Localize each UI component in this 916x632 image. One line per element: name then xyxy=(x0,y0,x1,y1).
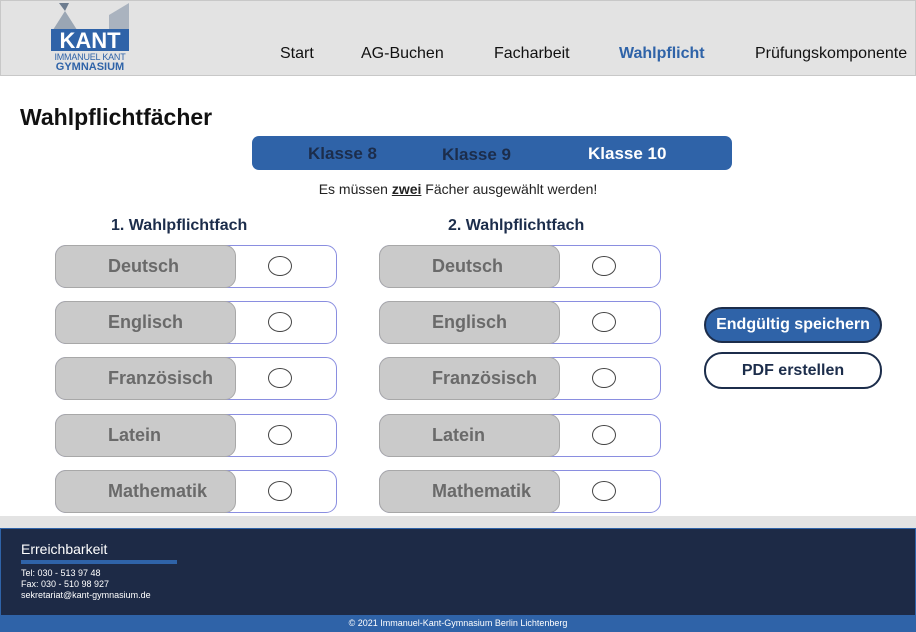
logo-mark: KANT xyxy=(59,28,121,53)
hint-text-after: Fächer ausgewählt werden! xyxy=(421,181,598,197)
subject-radio[interactable] xyxy=(592,256,616,276)
subject-option[interactable]: Französisch xyxy=(379,357,661,400)
site-header: KANT IMMANUEL KANT GYMNASIUM Start AG-Bu… xyxy=(0,0,916,76)
nav-wahlpflicht[interactable]: Wahlpflicht xyxy=(619,45,705,63)
subject-option[interactable]: Latein xyxy=(55,414,337,457)
subject-radio[interactable] xyxy=(268,425,292,445)
selection-hint: Es müssen zwei Fächer ausgewählt werden! xyxy=(0,181,916,197)
subject-radio[interactable] xyxy=(592,368,616,388)
tab-klasse-10[interactable]: Klasse 10 xyxy=(588,144,666,164)
footer-phone: Tel: 030 - 513 97 48 xyxy=(21,568,101,578)
subject-option[interactable]: Mathematik xyxy=(55,470,337,513)
subject-label: Französisch xyxy=(379,357,560,400)
footer-email[interactable]: sekretariat@kant-gymnasium.de xyxy=(21,590,151,600)
create-pdf-button[interactable]: PDF erstellen xyxy=(704,352,882,389)
subject-option[interactable]: Englisch xyxy=(379,301,661,344)
column-1-title: 1. Wahlpflichtfach xyxy=(111,217,248,234)
subject-label: Deutsch xyxy=(379,245,560,288)
subject-radio[interactable] xyxy=(268,256,292,276)
footer-divider xyxy=(0,516,916,528)
logo-line-2: GYMNASIUM xyxy=(55,61,125,73)
subject-label: Deutsch xyxy=(55,245,236,288)
nav-pruefungskomponente[interactable]: Prüfungskomponente xyxy=(755,45,907,63)
subject-radio[interactable] xyxy=(592,312,616,332)
tab-klasse-9[interactable]: Klasse 9 xyxy=(442,145,511,165)
subject-radio[interactable] xyxy=(268,481,292,501)
nav-start[interactable]: Start xyxy=(280,45,314,63)
class-tab-bar: Klasse 8 Klasse 9 Klasse 10 xyxy=(252,136,732,170)
subject-label: Mathematik xyxy=(379,470,560,513)
subject-label: Mathematik xyxy=(55,470,236,513)
subject-radio[interactable] xyxy=(592,481,616,501)
nav-facharbeit[interactable]: Facharbeit xyxy=(494,45,570,63)
copyright: © 2021 Immanuel-Kant-Gymnasium Berlin Li… xyxy=(1,615,915,632)
footer-fax: Fax: 030 - 510 98 927 xyxy=(21,579,110,589)
subject-option[interactable]: Mathematik xyxy=(379,470,661,513)
subject-radio[interactable] xyxy=(592,425,616,445)
hint-text-before: Es müssen xyxy=(318,181,392,197)
save-final-button[interactable]: Endgültig speichern xyxy=(704,307,882,343)
school-logo[interactable]: KANT IMMANUEL KANT GYMNASIUM xyxy=(49,3,131,73)
subject-radio[interactable] xyxy=(268,368,292,388)
subject-radio[interactable] xyxy=(268,312,292,332)
subject-option[interactable]: Englisch xyxy=(55,301,337,344)
subject-option[interactable]: Deutsch xyxy=(379,245,661,288)
logo-mark-icon: KANT xyxy=(51,3,129,53)
hint-emphasis: zwei xyxy=(391,181,422,197)
subject-label: Latein xyxy=(379,414,560,457)
subject-label: Latein xyxy=(55,414,236,457)
subject-label: Französisch xyxy=(55,357,236,400)
nav-ag-buchen[interactable]: AG-Buchen xyxy=(361,45,444,63)
site-footer: Erreichbarkeit Tel: 030 - 513 97 48 Fax:… xyxy=(0,528,916,632)
subject-label: Englisch xyxy=(379,301,560,344)
page-title: Wahlpflichtfächer xyxy=(20,104,213,130)
tab-klasse-8[interactable]: Klasse 8 xyxy=(308,144,377,164)
footer-underline xyxy=(21,560,177,564)
subject-option[interactable]: Französisch xyxy=(55,357,337,400)
subject-option[interactable]: Latein xyxy=(379,414,661,457)
column-2-title: 2. Wahlpflichtfach xyxy=(448,217,585,234)
subject-option[interactable]: Deutsch xyxy=(55,245,337,288)
subject-label: Englisch xyxy=(55,301,236,344)
footer-title: Erreichbarkeit xyxy=(21,541,108,557)
